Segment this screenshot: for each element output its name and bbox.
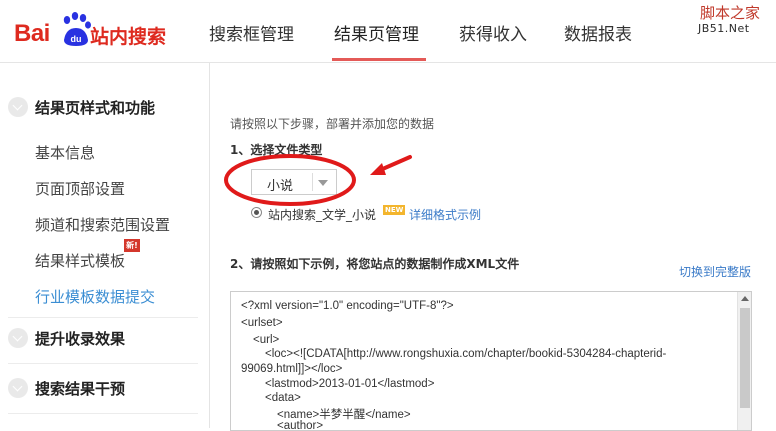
- main-content: 请按照以下步骤，部署并添加您的数据 1、选择文件类型 小说 站内搜索_文学_小说…: [211, 63, 776, 431]
- tab-earn-income[interactable]: 获得收入: [459, 20, 527, 45]
- chevron-down-icon: [8, 97, 28, 117]
- code-scrollbar[interactable]: [737, 292, 751, 430]
- sidebar-item-basic-info[interactable]: 基本信息: [35, 142, 95, 163]
- code-line: 99069.html]]></loc>: [241, 363, 343, 375]
- tab-search-box-management[interactable]: 搜索框管理: [209, 20, 294, 45]
- scroll-thumb[interactable]: [740, 308, 750, 408]
- watermark-sub: JB51.Net: [698, 22, 750, 35]
- watermark-title: 脚本之家: [700, 4, 761, 22]
- code-line: <url>: [253, 334, 280, 346]
- sidebar-divider: [8, 413, 198, 414]
- chevron-down-icon: [8, 328, 28, 348]
- top-bar: Bai du 站内搜索 搜索框管理 结果页管理 获得收入 数据报表 脚本之家 J…: [0, 0, 776, 62]
- code-line: <data>: [265, 392, 301, 404]
- template-radio-label: 站内搜索_文学_小说: [268, 208, 377, 222]
- code-line: <lastmod>2013-01-01</lastmod>: [265, 378, 435, 390]
- new-badge: 新!: [124, 239, 140, 252]
- sidebar-section-title: 搜索结果干预: [35, 380, 126, 398]
- step2-title: 2、请按照如下示例，将您站点的数据制作成XML文件: [230, 257, 520, 271]
- scroll-up-arrow-icon[interactable]: [741, 296, 749, 301]
- code-line: <author>: [277, 420, 324, 431]
- code-line: <urlset>: [241, 317, 283, 329]
- sidebar-item-industry-template-submit[interactable]: 行业模板数据提交: [35, 286, 155, 307]
- detailed-format-example-link[interactable]: 详细格式示例: [409, 206, 481, 223]
- sidebar-divider: [8, 317, 198, 318]
- annotation-arrow-icon: [370, 155, 412, 175]
- intro-text: 请按照以下步骤，部署并添加您的数据: [230, 117, 435, 131]
- code-line: <loc><![CDATA[http://www.rongshuxia.com/…: [265, 348, 667, 360]
- sidebar-divider: [8, 363, 198, 364]
- sidebar-item-style-template[interactable]: 结果样式模板: [35, 250, 125, 271]
- code-line: <?xml version="1.0" encoding="UTF-8"?>: [241, 300, 454, 312]
- xml-example-box[interactable]: <?xml version="1.0" encoding="UTF-8"?> <…: [230, 291, 752, 431]
- template-radio[interactable]: [251, 207, 262, 218]
- tab-data-reports[interactable]: 数据报表: [564, 20, 632, 45]
- switch-to-full-version-link[interactable]: 切换到完整版: [679, 263, 751, 280]
- sidebar-item-page-top-settings[interactable]: 页面顶部设置: [35, 178, 125, 199]
- active-tab-indicator: [332, 58, 426, 61]
- sidebar: 结果页样式和功能 基本信息 页面顶部设置 频道和搜索范围设置 结果样式模板 新!…: [0, 63, 210, 428]
- chevron-down-icon: [8, 378, 28, 398]
- tab-result-page-management[interactable]: 结果页管理: [334, 20, 419, 45]
- new-tag: NEW: [383, 205, 406, 215]
- logo-du-text: du: [71, 34, 82, 44]
- logo-product-name: 站内搜索: [90, 26, 167, 48]
- sidebar-item-channel-scope[interactable]: 频道和搜索范围设置: [35, 214, 170, 235]
- sidebar-section-title: 结果页样式和功能: [35, 99, 156, 117]
- annotation-ellipse: [224, 154, 356, 206]
- sidebar-section-title: 提升收录效果: [35, 330, 126, 348]
- logo-bai-text: Bai: [14, 20, 50, 47]
